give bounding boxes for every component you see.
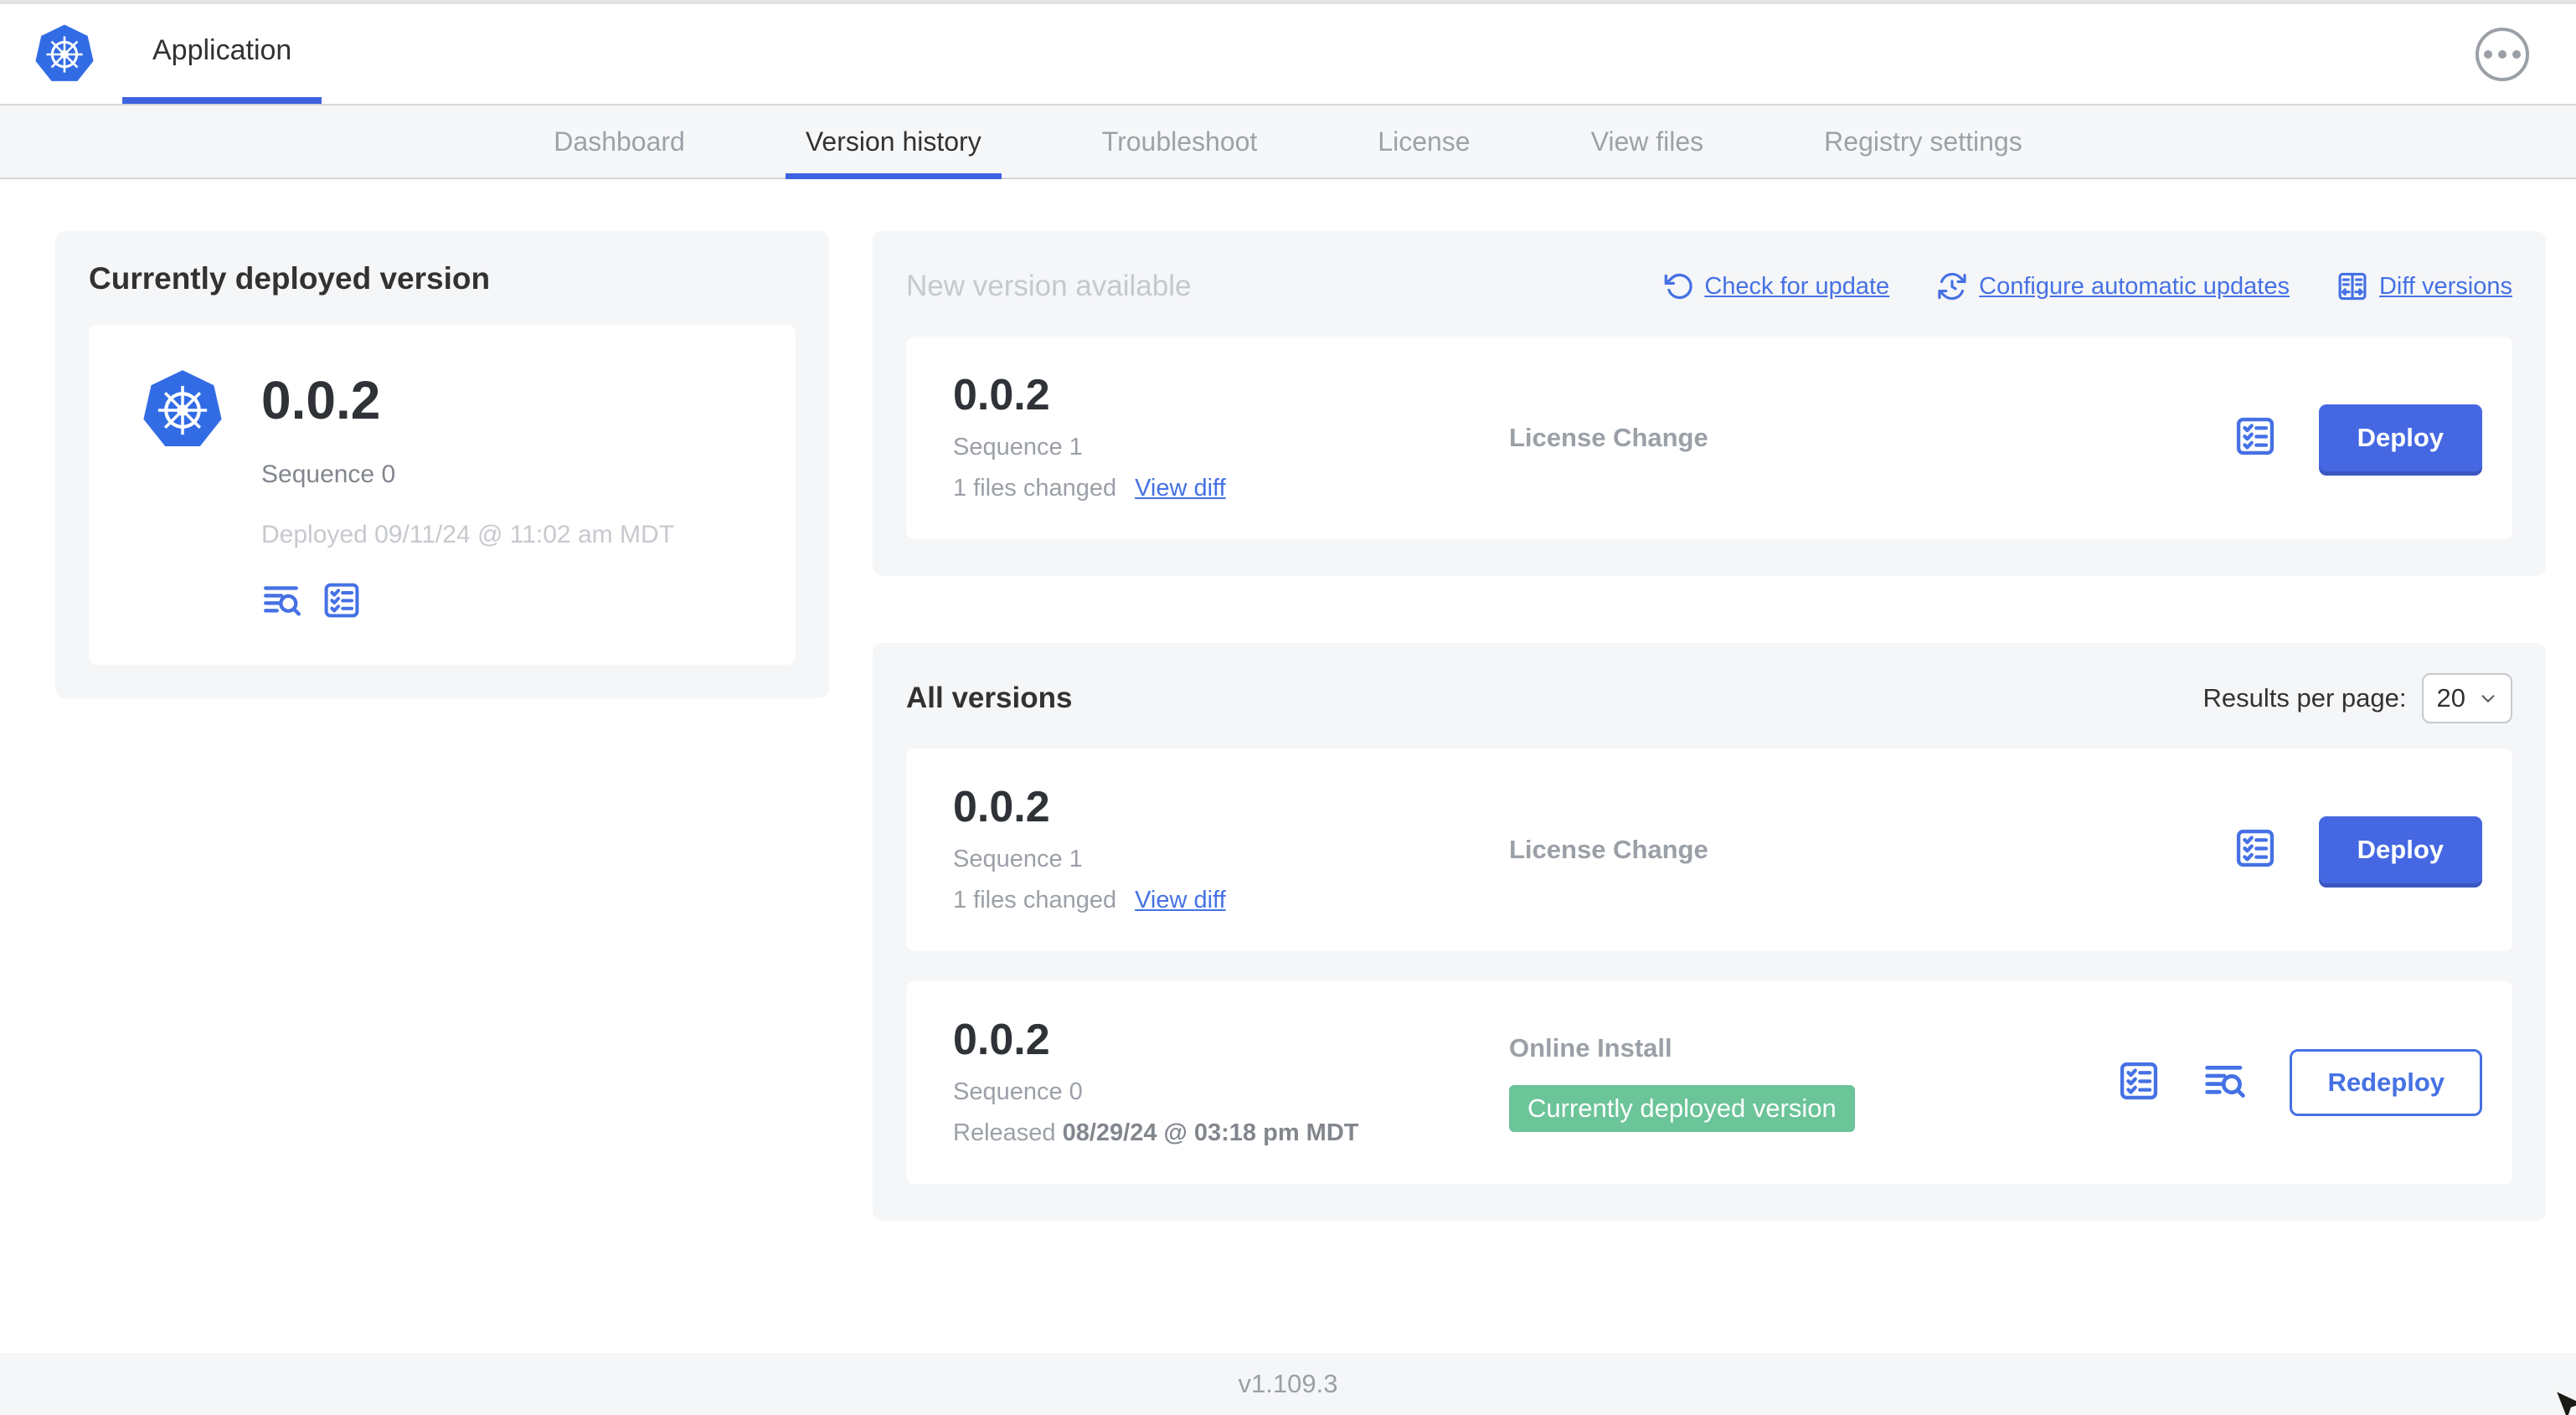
app-header: Application xyxy=(0,0,2576,105)
version-source: Online Install xyxy=(1509,1033,1672,1063)
tab-registry-settings[interactable]: Registry settings xyxy=(1764,105,2083,178)
results-per-page-label: Results per page: xyxy=(2202,683,2407,713)
version-source: License Change xyxy=(1509,835,1708,864)
configure-automatic-updates-link[interactable]: Configure automatic updates xyxy=(1936,270,2290,302)
redeploy-button[interactable]: Redeploy xyxy=(2290,1049,2482,1116)
diff-versions-link[interactable]: Diff versions xyxy=(2336,270,2512,302)
view-diff-link[interactable]: View diff xyxy=(1135,887,1226,914)
kubernetes-app-icon xyxy=(139,368,226,621)
checklist-icon[interactable] xyxy=(2233,826,2277,874)
app-title-tab[interactable]: Application xyxy=(122,4,322,104)
all-versions-title: All versions xyxy=(906,682,1073,714)
checklist-icon[interactable] xyxy=(2117,1059,2161,1107)
logs-icon[interactable] xyxy=(2202,1058,2248,1108)
new-version-title: New version available xyxy=(906,270,1192,302)
current-version-number: 0.0.2 xyxy=(261,370,381,430)
console-version: v1.109.3 xyxy=(1238,1369,1338,1398)
subnav: Dashboard Version history Troubleshoot L… xyxy=(0,105,2576,179)
new-version-panel: New version available Check for update C… xyxy=(873,231,2546,576)
results-per-page-select[interactable]: 20 xyxy=(2421,673,2512,723)
version-sequence: Sequence 1 xyxy=(953,434,1083,461)
mouse-cursor xyxy=(2553,1389,2576,1415)
version-row-sequence-0: 0.0.2 Sequence 0 Released 08/29/24 @ 03:… xyxy=(906,981,2512,1184)
deploy-button[interactable]: Deploy xyxy=(2318,404,2482,471)
app-title: Application xyxy=(152,34,292,66)
tab-troubleshoot[interactable]: Troubleshoot xyxy=(1042,105,1318,178)
tab-version-history[interactable]: Version history xyxy=(745,105,1042,179)
version-sequence: Sequence 1 xyxy=(953,846,1083,872)
version-sequence: Sequence 0 xyxy=(953,1078,1083,1105)
tab-view-files[interactable]: View files xyxy=(1531,105,1765,178)
main-content: Currently deployed version 0.0.2 Sequenc… xyxy=(0,179,2576,1353)
version-source: License Change xyxy=(1509,423,1708,452)
refresh-icon xyxy=(1664,273,1692,300)
files-changed: 1 files changed xyxy=(953,887,1117,913)
view-diff-link[interactable]: View diff xyxy=(1135,475,1226,502)
kubernetes-logo-icon xyxy=(35,24,94,81)
checklist-icon[interactable] xyxy=(322,580,362,620)
currently-deployed-card: Currently deployed version 0.0.2 Sequenc… xyxy=(55,231,829,698)
tab-dashboard[interactable]: Dashboard xyxy=(493,105,745,178)
chevron-down-icon xyxy=(2481,695,2495,702)
logs-icon[interactable] xyxy=(261,579,303,621)
version-number: 0.0.2 xyxy=(953,783,1050,831)
current-sequence: Sequence 0 xyxy=(261,461,396,488)
new-version-row: 0.0.2 Sequence 1 1 files changed View di… xyxy=(906,337,2512,539)
currently-deployed-title: Currently deployed version xyxy=(89,261,491,296)
diff-icon xyxy=(2338,272,2367,301)
version-number: 0.0.2 xyxy=(953,371,1050,419)
checklist-icon[interactable] xyxy=(2233,414,2277,462)
app-footer: v1.109.3 xyxy=(0,1353,2576,1415)
check-for-update-link[interactable]: Check for update xyxy=(1663,271,1889,301)
released-timestamp: Released 08/29/24 @ 03:18 pm MDT xyxy=(953,1119,1359,1146)
version-row-sequence-1: 0.0.2 Sequence 1 1 files changed View di… xyxy=(906,749,2512,951)
panel-gap xyxy=(873,576,2546,643)
all-versions-panel: All versions Results per page: 20 0.0.2 … xyxy=(873,643,2546,1221)
auto-update-icon xyxy=(1938,272,1966,301)
ellipsis-icon[interactable] xyxy=(2476,27,2529,81)
files-changed: 1 files changed xyxy=(953,475,1117,502)
currently-deployed-badge: Currently deployed version xyxy=(1509,1085,1855,1132)
app-logo xyxy=(32,4,97,104)
deploy-button[interactable]: Deploy xyxy=(2318,816,2482,883)
currently-deployed-version-card: 0.0.2 Sequence 0 Deployed 09/11/24 @ 11:… xyxy=(89,325,796,665)
current-deployed-timestamp: Deployed 09/11/24 @ 11:02 am MDT xyxy=(261,521,674,548)
version-number: 0.0.2 xyxy=(953,1016,1050,1064)
tab-license[interactable]: License xyxy=(1317,105,1530,178)
